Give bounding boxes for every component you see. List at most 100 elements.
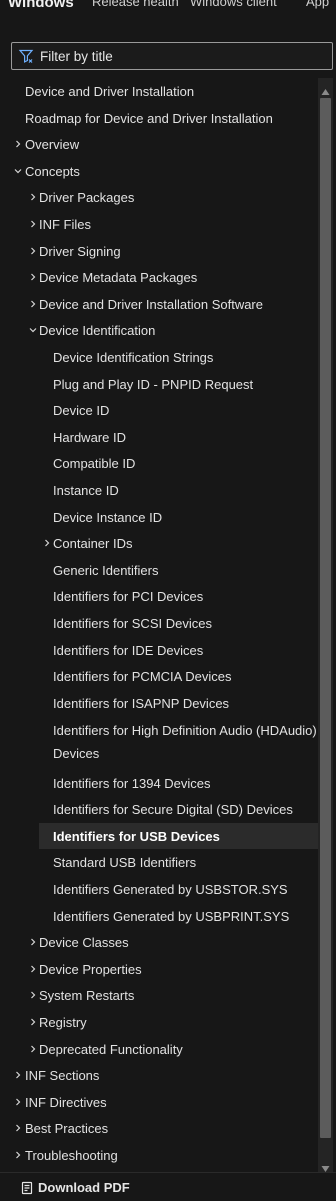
toc-item-device-id[interactable]: Device ID: [0, 397, 318, 423]
toc-item-label: Driver Signing: [39, 244, 121, 259]
chevron-right-icon[interactable]: [13, 1121, 23, 1132]
toc-item-device-identification[interactable]: Device Identification: [0, 317, 318, 343]
chevron-right-icon[interactable]: [28, 962, 38, 973]
toc-item-identifiers-for-ide-devices[interactable]: Identifiers for IDE Devices: [0, 637, 318, 663]
toc-item-label: Overview: [25, 137, 80, 152]
toc-item-identifiers-for-usb-devices[interactable]: Identifiers for USB Devices: [39, 823, 318, 849]
nav-link-release-health[interactable]: Release health: [92, 0, 179, 9]
chevron-right-icon[interactable]: [13, 137, 23, 148]
chevron-right-icon[interactable]: [13, 1148, 23, 1159]
toc-item-label: Device and Driver Installation: [25, 84, 195, 99]
toc-tree: Device and Driver Installation Roadmap fo…: [0, 78, 318, 1172]
toc-item-label: Identifiers for IDE Devices: [53, 643, 204, 658]
chevron-right-icon[interactable]: [28, 270, 38, 281]
toc-item-device-instance-id[interactable]: Device Instance ID: [0, 504, 318, 530]
toc-item-label: Identifiers for High Definition Audio (H…: [53, 723, 317, 761]
filter-input[interactable]: [40, 48, 332, 64]
toc-item-label: Generic Identifiers: [53, 563, 159, 578]
toc-item-registry[interactable]: Registry: [0, 1009, 318, 1035]
toc-item-label: Identifiers for USB Devices: [53, 829, 220, 844]
toc-item-inf-directives[interactable]: INF Directives: [0, 1089, 318, 1115]
toc-item-identifiers-for-secure-digital-sd-devices[interactable]: Identifiers for Secure Digital (SD) Devi…: [0, 796, 318, 822]
toc-item-driver-packages[interactable]: Driver Packages: [0, 184, 318, 210]
toc-item-identifiers-for-1394-devices[interactable]: Identifiers for 1394 Devices: [0, 770, 318, 796]
chevron-right-icon[interactable]: [28, 190, 38, 201]
toc-item-container-ids[interactable]: Container IDs: [0, 530, 318, 556]
chevron-right-icon[interactable]: [28, 1015, 38, 1026]
toc-item-device-identification-strings[interactable]: Device Identification Strings: [0, 344, 318, 370]
toc-item-device-properties[interactable]: Device Properties: [0, 956, 318, 982]
download-pdf-label: Download PDF: [38, 1180, 130, 1195]
toc-item-identifiers-for-pcmcia-devices[interactable]: Identifiers for PCMCIA Devices: [0, 663, 318, 689]
toc-item-device-and-driver-installation[interactable]: Device and Driver Installation: [0, 78, 318, 104]
toc-item-label: Roadmap for Device and Driver Installati…: [25, 111, 273, 126]
toc-item-hardware-id[interactable]: Hardware ID: [0, 424, 318, 450]
chevron-right-icon[interactable]: [13, 1095, 23, 1106]
chevron-right-icon[interactable]: [28, 1042, 38, 1053]
toc-item-roadmap-for-device-and-driver-installation[interactable]: Roadmap for Device and Driver Installati…: [0, 105, 318, 131]
toc-item-instance-id[interactable]: Instance ID: [0, 477, 318, 503]
toc-item-label: Troubleshooting: [25, 1148, 118, 1163]
scrollbar-thumb[interactable]: [320, 98, 331, 1138]
toc-item-label: Hardware ID: [53, 430, 126, 445]
toc-item-device-and-driver-installation-software[interactable]: Device and Driver Installation Software: [0, 291, 318, 317]
toc-item-best-practices[interactable]: Best Practices: [0, 1115, 318, 1141]
nav-link-apps[interactable]: App: [306, 0, 329, 9]
toc-item-standard-usb-identifiers[interactable]: Standard USB Identifiers: [0, 849, 318, 875]
toc-item-compatible-id[interactable]: Compatible ID: [0, 450, 318, 476]
toc-item-label: Identifiers for 1394 Devices: [53, 776, 211, 791]
toc-item-label: INF Sections: [25, 1068, 100, 1083]
toc-item-identifiers-generated-by-usbstor-sys[interactable]: Identifiers Generated by USBSTOR.SYS: [0, 876, 318, 902]
brand-link[interactable]: Windows: [8, 0, 74, 11]
scroll-down-arrow-icon[interactable]: [321, 1160, 330, 1172]
toc-item-label: Device Identification: [39, 323, 156, 338]
toc-item-label: INF Files: [39, 217, 91, 232]
toc-item-label: Device Metadata Packages: [39, 270, 198, 285]
toc-scrollbar[interactable]: [318, 78, 333, 1172]
toc-item-concepts[interactable]: Concepts: [0, 158, 318, 184]
toc-item-inf-files[interactable]: INF Files: [0, 211, 318, 237]
toc-item-system-restarts[interactable]: System Restarts: [0, 982, 318, 1008]
chevron-down-icon[interactable]: [28, 323, 38, 333]
toc-item-label: Identifiers Generated by USBPRINT.SYS: [53, 909, 290, 924]
toc-item-identifiers-generated-by-usbprint-sys[interactable]: Identifiers Generated by USBPRINT.SYS: [0, 903, 318, 929]
chevron-right-icon[interactable]: [28, 988, 38, 999]
toc-item-identifiers-for-high-definition-audio-hdaudio-devices[interactable]: Identifiers for High Definition Audio (H…: [0, 716, 318, 768]
toc-item-device-metadata-packages[interactable]: Device Metadata Packages: [0, 264, 318, 290]
chevron-right-icon[interactable]: [42, 536, 52, 547]
download-pdf-button[interactable]: Download PDF: [20, 1180, 130, 1195]
toc-item-driver-signing[interactable]: Driver Signing: [0, 238, 318, 264]
toc-item-identifiers-for-isapnp-devices[interactable]: Identifiers for ISAPNP Devices: [0, 690, 318, 716]
nav-link-windows-client[interactable]: Windows client: [190, 0, 277, 9]
toc-item-label: Identifiers for PCI Devices: [53, 589, 204, 604]
chevron-right-icon[interactable]: [28, 217, 38, 228]
toc-item-identifiers-for-pci-devices[interactable]: Identifiers for PCI Devices: [0, 583, 318, 609]
toc-item-plug-and-play-id-pnpid-request[interactable]: Plug and Play ID - PNPID Request: [0, 371, 318, 397]
toc-item-label: Identifiers Generated by USBSTOR.SYS: [53, 882, 288, 897]
toc-item-label: Container IDs: [53, 536, 133, 551]
toc-item-generic-identifiers[interactable]: Generic Identifiers: [0, 557, 318, 583]
toc-item-troubleshooting[interactable]: Troubleshooting: [0, 1142, 318, 1168]
chevron-right-icon[interactable]: [28, 297, 38, 308]
toc-item-label: Compatible ID: [53, 456, 136, 471]
toc-item-label: Device Identification Strings: [53, 350, 214, 365]
toc-item-overview[interactable]: Overview: [0, 131, 318, 157]
chevron-right-icon[interactable]: [28, 244, 38, 255]
filter-box[interactable]: [11, 42, 333, 70]
scroll-up-arrow-icon[interactable]: [321, 83, 330, 95]
toc-item-label: Best Practices: [25, 1121, 109, 1136]
toc-item-device-classes[interactable]: Device Classes: [0, 929, 318, 955]
filter-icon: [18, 48, 34, 64]
toc-item-label: Identifiers for SCSI Devices: [53, 616, 212, 631]
toc-item-identifiers-for-scsi-devices[interactable]: Identifiers for SCSI Devices: [0, 610, 318, 636]
chevron-down-icon[interactable]: [13, 164, 23, 174]
toc-item-inf-sections[interactable]: INF Sections: [0, 1062, 318, 1088]
toc-item-deprecated-functionality[interactable]: Deprecated Functionality: [0, 1036, 318, 1062]
top-nav: Windows Release health Windows client Ap…: [0, 0, 336, 12]
toc-item-label: Device Instance ID: [53, 510, 163, 525]
chevron-right-icon[interactable]: [13, 1068, 23, 1079]
toc-item-label: Registry: [39, 1015, 87, 1030]
toc-item-label: Device Properties: [39, 962, 142, 977]
chevron-right-icon[interactable]: [28, 935, 38, 946]
toc-item-label: Instance ID: [53, 483, 119, 498]
